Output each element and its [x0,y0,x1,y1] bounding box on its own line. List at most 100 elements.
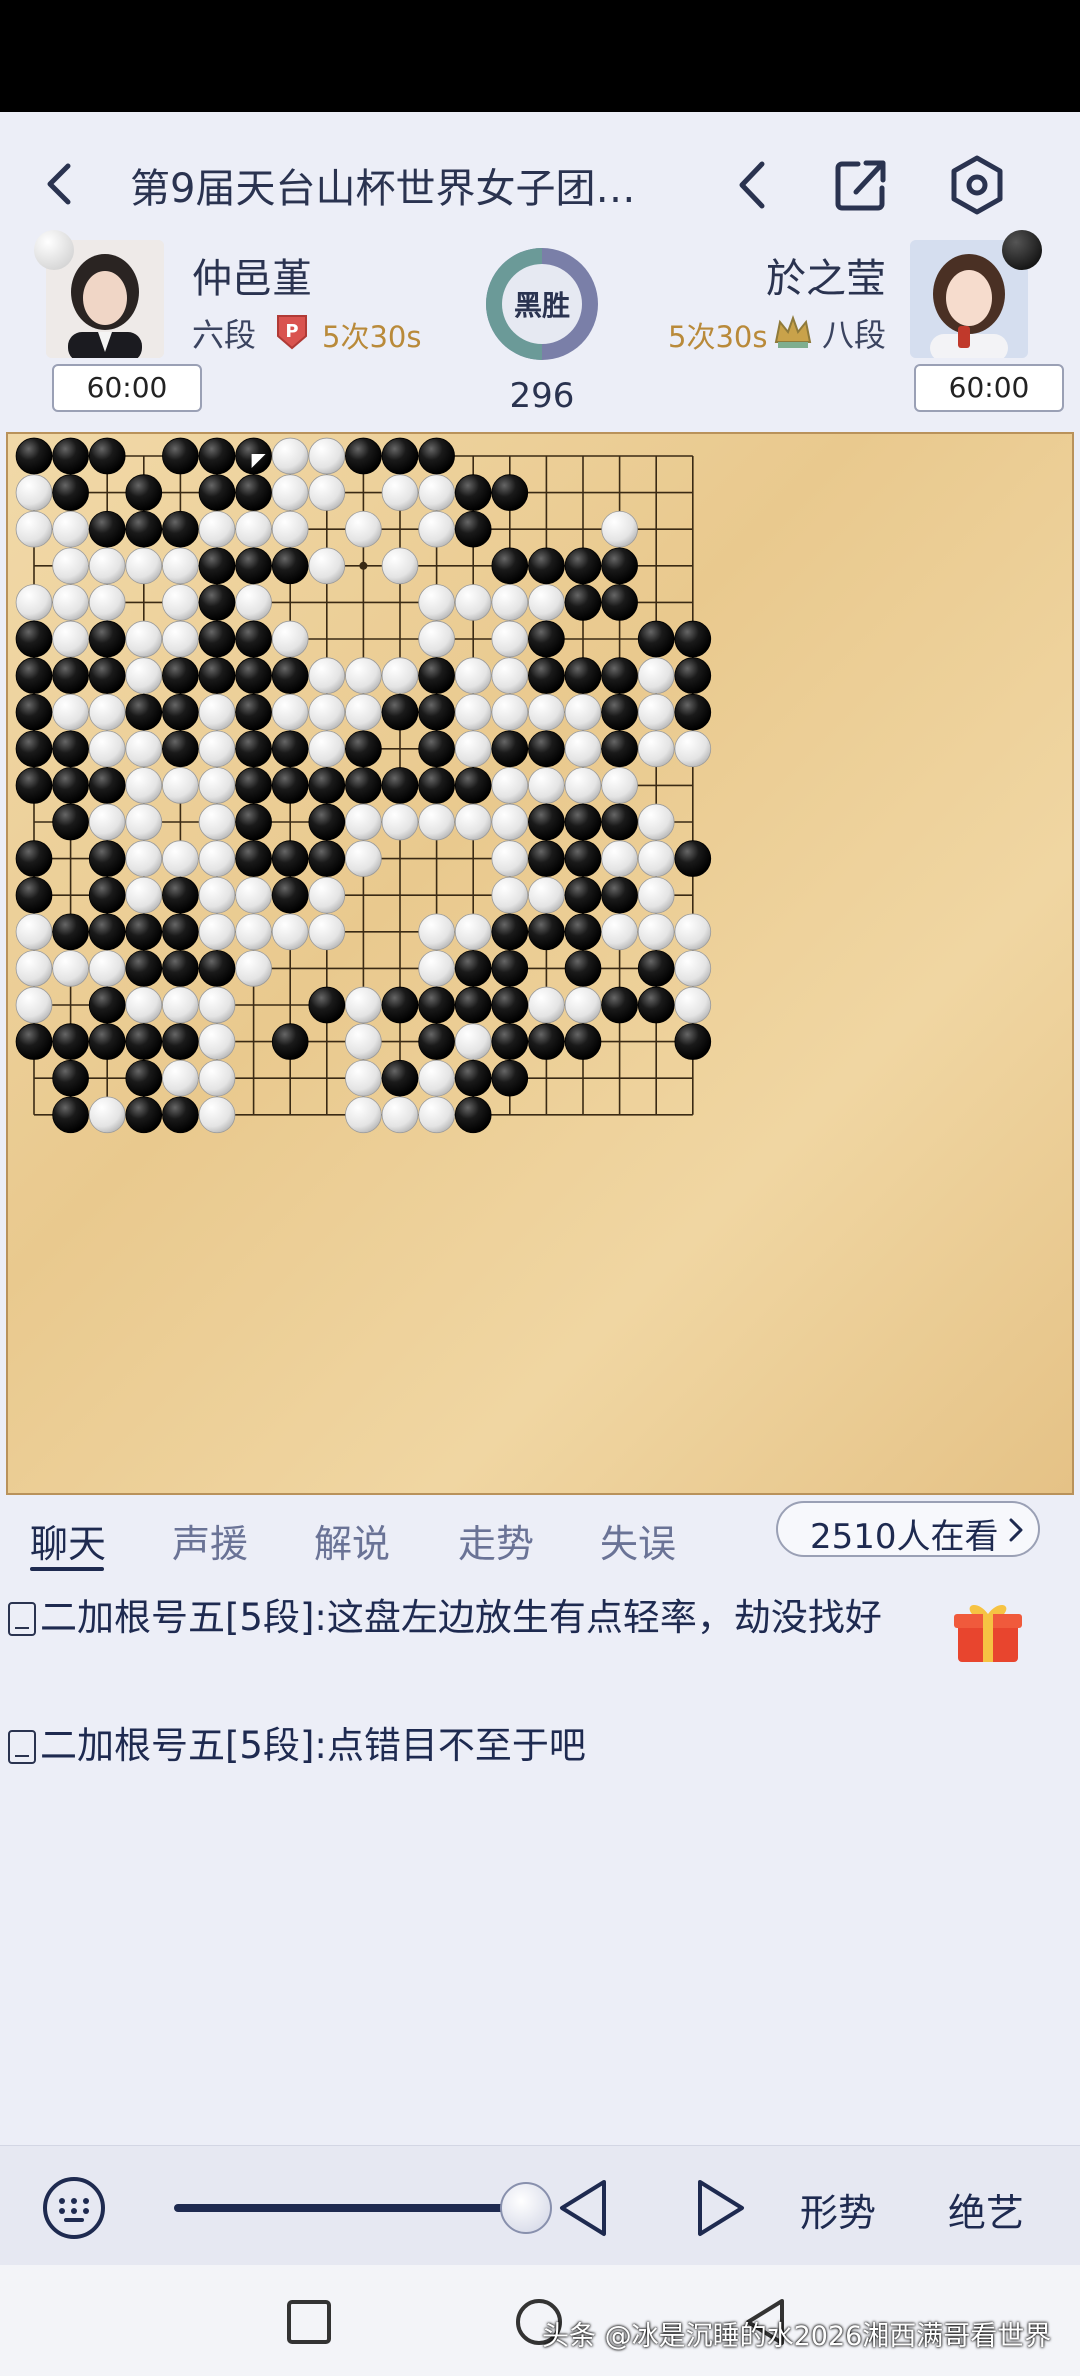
move-count: 296 [509,376,575,416]
share-button[interactable] [826,150,896,220]
white-stone [637,730,675,768]
white-stone [88,584,126,621]
black-stone [235,474,272,511]
chevron-right-icon [1009,1518,1023,1542]
next-move-button[interactable] [688,2176,752,2240]
black-stone [345,730,382,768]
white-stone [637,803,675,841]
black-stone [125,474,163,511]
white-stone [601,840,638,877]
white-stone [418,1059,455,1097]
black-stone [528,620,565,658]
viewers-button[interactable]: 2510人在看 [776,1501,1040,1557]
white-stone [381,1096,419,1134]
black-stone [381,1059,419,1097]
black-stone [15,767,53,804]
black-stone [601,547,638,585]
keyboard-icon [43,2177,105,2239]
white-stone [418,1096,455,1134]
white-stone [418,803,455,841]
recents-square-icon[interactable] [286,2299,332,2345]
white-stone [235,510,272,548]
tab-cheer[interactable]: 声援 [172,1513,248,1568]
white-stone [198,1023,236,1060]
black-stone [491,547,529,585]
white-stone [198,986,236,1024]
gift-button[interactable] [952,1598,1024,1666]
white-stone [528,986,565,1024]
white-player-name[interactable]: 仲邑堇 [192,246,312,304]
black-stone [15,1023,53,1060]
black-stone [564,913,602,951]
white-stone [381,547,419,585]
white-stone [162,1059,199,1097]
prev-move-button[interactable] [552,2176,616,2240]
replay-slider[interactable] [174,2204,526,2212]
black-stone [235,730,272,768]
tab-commentary[interactable]: 解说 [314,1513,390,1568]
black-stone [564,950,602,987]
white-stone [637,913,675,951]
white-stone [52,950,89,987]
black-player-name[interactable]: 於之莹 [766,246,886,304]
back-button[interactable] [30,154,90,214]
black-stone [88,437,126,475]
chat-text: 二加根号五[5段]:点错目不至于吧 [40,1724,586,1767]
black-stone [418,767,455,804]
black-stone [418,437,455,475]
white-stone [88,730,126,768]
star-point [359,561,368,570]
white-stone [15,913,53,951]
tab-trend[interactable]: 走势 [458,1513,534,1568]
crown-badge-icon [774,315,812,348]
settings-button[interactable] [942,150,1012,220]
black-stone [308,840,346,877]
go-board[interactable] [6,432,1074,1495]
black-stone [491,986,529,1024]
black-stone [564,803,602,841]
black-stone [454,986,492,1024]
prev-game-button[interactable] [718,150,788,220]
user-level-icon [8,1730,36,1764]
go-board-grid[interactable] [8,434,1072,1493]
white-stone [125,986,163,1024]
white-stone [308,693,346,731]
share-icon [835,160,886,211]
white-stone [198,876,236,914]
black-stone [15,840,53,877]
user-level-icon [8,1602,36,1636]
white-stone [308,474,346,511]
replay-slider-handle[interactable] [500,2182,552,2234]
black-stone [235,840,272,877]
black-stone [601,730,638,768]
white-stone [125,767,163,804]
black-stone [271,1023,309,1060]
white-stone [198,693,236,731]
black-stone [162,950,199,987]
white-stone [528,767,565,804]
black-stone [162,657,199,694]
white-stone [601,510,638,548]
black-stone [162,437,199,475]
black-stone [88,510,126,548]
situation-button[interactable]: 形势 [800,2182,876,2237]
black-stone [674,693,712,731]
result-label: 黑胜 [513,289,570,322]
white-stone [162,986,199,1024]
tab-chat[interactable]: 聊天 [30,1513,106,1568]
black-stone [162,510,199,548]
black-stone [88,620,126,658]
black-stone [125,1059,163,1097]
black-stone [271,657,309,694]
chat-panel: 二加根号五[5段]:这盘左边放生有点轻率，劫没找好 二加根号五[5段]:点错目不… [0,1580,1080,2140]
white-stone [454,693,492,731]
white-stone [564,986,602,1024]
keyboard-button[interactable] [42,2176,106,2240]
black-clock: 60:00 [914,364,1064,412]
black-stone [125,913,163,951]
black-stone [674,1023,712,1060]
white-stone [454,657,492,694]
white-stone [15,986,53,1024]
tab-mistakes[interactable]: 失误 [600,1513,676,1568]
tesuji-button[interactable]: 绝艺 [948,2182,1024,2237]
